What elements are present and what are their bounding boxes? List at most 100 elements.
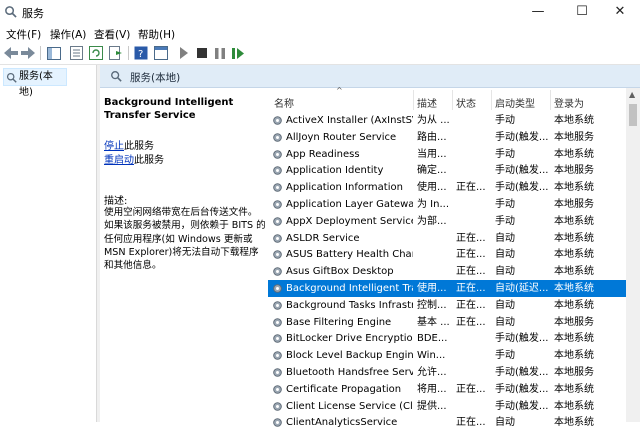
row-description: 将用...: [417, 383, 447, 395]
table-row[interactable]: ClientAnalyticsService 正在... 自动 本地系统: [268, 414, 626, 431]
service-gear-icon: [272, 367, 283, 378]
table-row[interactable]: Bluetooth Handsfree Service 允许... 手动(触发...…: [268, 364, 626, 381]
table-row[interactable]: ASUS Battery Health Charg... 正在... 自动 本地系统: [268, 246, 626, 263]
column-header-status[interactable]: 状态: [456, 95, 476, 110]
service-gear-icon: [272, 132, 283, 143]
start-service-icon[interactable]: [176, 45, 192, 61]
row-log-on-as: 本地系统: [554, 232, 594, 244]
service-gear-icon: [272, 149, 283, 160]
row-description: 基本 ...: [417, 316, 450, 328]
tree-item-services-local[interactable]: 服务(本地): [3, 68, 67, 98]
row-name: Background Intelligent Tra...: [286, 283, 413, 294]
service-gear-icon: [272, 182, 283, 193]
sort-ascending-icon: ^: [336, 86, 343, 95]
table-row[interactable]: ASLDR Service 正在... 自动 本地系统: [268, 230, 626, 247]
row-status: 正在...: [456, 417, 486, 429]
restart-service-icon[interactable]: [230, 45, 246, 61]
row-log-on-as: 本地服务: [554, 131, 594, 143]
description-label: 描述:: [104, 196, 128, 207]
toolbar-divider: [128, 46, 129, 60]
row-startup-type: 手动(触发...: [495, 131, 549, 143]
row-log-on-as: 本地系统: [554, 148, 594, 160]
row-name: AllJoyn Router Service: [286, 131, 397, 143]
gear-magnifier-icon: [6, 72, 17, 83]
row-description: 确定...: [417, 165, 447, 177]
services-table: ^ 名称 描述 状态 启动类型 登录为 ActiveX Installer (A…: [268, 86, 626, 428]
row-log-on-as: 本地系统: [554, 115, 594, 126]
restart-service-link[interactable]: 重启动: [104, 155, 134, 166]
console-icon[interactable]: [153, 45, 169, 61]
column-header-description[interactable]: 描述: [417, 95, 437, 110]
column-header-name[interactable]: 名称: [274, 95, 294, 110]
row-log-on-as: 本地系统: [554, 383, 594, 395]
table-row[interactable]: Certificate Propagation 将用... 正在... 手动(触发..…: [268, 381, 626, 398]
menu-help[interactable]: 帮助(H): [138, 27, 175, 42]
table-row[interactable]: Application Layer Gateway ... 为 In... 手动 本地…: [268, 196, 626, 213]
menu-view[interactable]: 查看(V): [94, 27, 130, 42]
menu-file[interactable]: 文件(F): [6, 27, 41, 42]
table-row[interactable]: AppX Deployment Service ... 为部... 手动 本地系统: [268, 213, 626, 230]
column-divider[interactable]: [452, 90, 453, 110]
service-gear-icon: [272, 199, 283, 210]
row-name: ASUS Battery Health Charg...: [286, 249, 413, 261]
table-row[interactable]: Background Tasks Infrastru... 控制... 正在... 自…: [268, 297, 626, 314]
menu-action[interactable]: 操作(A): [50, 27, 86, 42]
table-row[interactable]: Block Level Backup Engine ... Win... 手动 本地系…: [268, 347, 626, 364]
table-row[interactable]: ActiveX Installer (AxInstSV) 为从 ... 手动 本地系统: [268, 112, 626, 129]
row-description: BDE...: [417, 333, 448, 345]
service-gear-icon: [272, 266, 283, 277]
row-log-on-as: 本地系统: [554, 299, 594, 311]
restart-service-suffix: 此服务: [134, 155, 164, 166]
column-header-log-on-as[interactable]: 登录为: [554, 95, 584, 110]
pause-service-icon[interactable]: [212, 45, 228, 61]
scroll-up-icon[interactable]: ▲: [629, 90, 635, 99]
table-row[interactable]: Base Filtering Engine 基本 ... 正在... 自动 本地服务: [268, 314, 626, 331]
table-row[interactable]: BitLocker Drive Encryption ... BDE... 手动(触…: [268, 330, 626, 347]
row-startup-type: 手动(触发...: [495, 400, 549, 412]
column-divider[interactable]: [413, 90, 414, 110]
table-row[interactable]: Asus GiftBox Desktop 正在... 自动 本地系统: [268, 263, 626, 280]
show-tree-icon[interactable]: [46, 45, 62, 61]
row-name: ClientAnalyticsService: [286, 417, 398, 429]
service-gear-icon: [272, 283, 283, 294]
close-button[interactable]: ✕: [598, 0, 640, 24]
row-startup-type: 自动: [495, 417, 515, 429]
row-startup-type: 手动: [495, 199, 515, 210]
row-log-on-as: 本地系统: [554, 417, 594, 429]
help-icon[interactable]: ?: [133, 45, 149, 61]
row-name: Background Tasks Infrastru...: [286, 299, 413, 311]
row-description: 路由...: [417, 131, 447, 143]
row-name: Block Level Backup Engine ...: [286, 350, 413, 362]
table-row[interactable]: AllJoyn Router Service 路由... 手动(触发... 本地服务: [268, 129, 626, 146]
row-startup-type: 手动: [495, 115, 515, 126]
minimize-button[interactable]: —: [516, 0, 560, 24]
column-header-startup-type[interactable]: 启动类型: [495, 95, 535, 110]
service-gear-icon: [272, 216, 283, 227]
row-log-on-as: 本地服务: [554, 165, 594, 177]
refresh-icon[interactable]: [88, 45, 104, 61]
row-description: 提供...: [417, 400, 447, 412]
row-name: ASLDR Service: [286, 232, 360, 244]
row-name: ActiveX Installer (AxInstSV): [286, 115, 413, 126]
row-description: 为 In...: [417, 199, 450, 210]
table-row[interactable]: Background Intelligent Tra... 使用... 正在... 自…: [268, 280, 626, 297]
scroll-thumb[interactable]: [629, 104, 637, 126]
table-row[interactable]: App Readiness 当用... 手动 本地系统: [268, 146, 626, 163]
table-row[interactable]: Client License Service (Clip... 提供... 手动(触…: [268, 398, 626, 415]
forward-arrow-icon[interactable]: [20, 45, 36, 61]
row-name: Asus GiftBox Desktop: [286, 266, 394, 278]
vertical-scrollbar[interactable]: ▲: [626, 88, 640, 422]
row-startup-type: 手动(触发...: [495, 367, 549, 378]
properties-sheet-icon[interactable]: [68, 45, 84, 61]
service-gear-icon: [272, 115, 283, 126]
extended-description-pane: Background Intelligent Transfer Service …: [100, 88, 268, 422]
column-divider[interactable]: [491, 90, 492, 110]
export-list-icon[interactable]: [108, 45, 124, 61]
stop-service-icon[interactable]: [194, 45, 210, 61]
table-header: ^ 名称 描述 状态 启动类型 登录为: [268, 86, 626, 112]
back-arrow-icon[interactable]: [3, 45, 19, 61]
table-row[interactable]: Application Identity 确定... 手动(触发... 本地服务: [268, 162, 626, 179]
table-row[interactable]: Application Information 使用... 正在... 手动(触发..…: [268, 179, 626, 196]
service-gear-icon: [272, 333, 283, 344]
column-divider[interactable]: [550, 90, 551, 110]
